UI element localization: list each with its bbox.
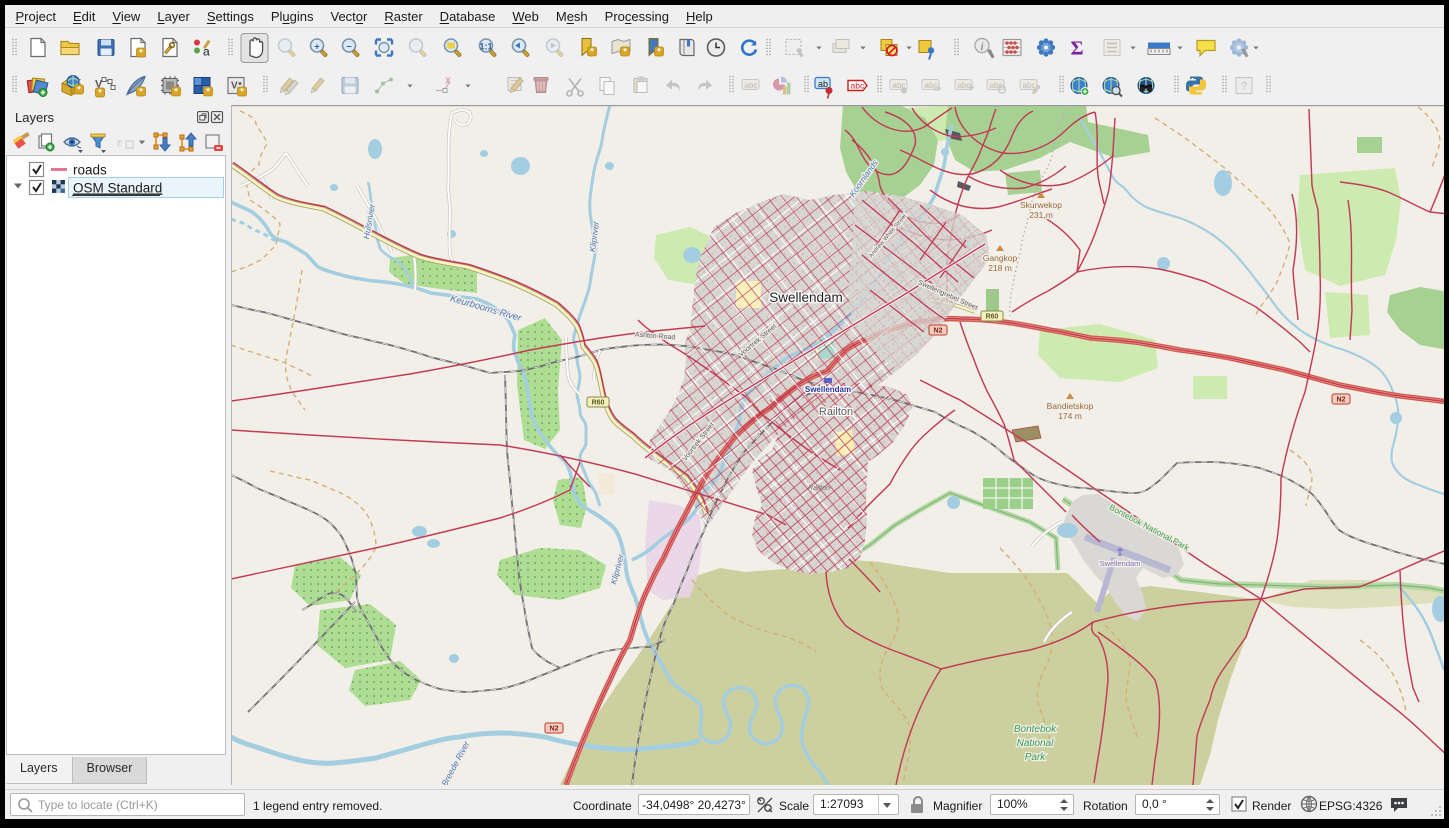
svg-text:*: * <box>174 87 178 97</box>
svg-text:Σ: Σ <box>1070 38 1083 60</box>
svg-text:−: − <box>346 41 351 51</box>
svg-text:231 m: 231 m <box>1029 210 1053 220</box>
svg-text:abc: abc <box>1023 81 1036 90</box>
svg-text:abc: abc <box>745 81 758 90</box>
svg-text:*: * <box>623 47 627 57</box>
svg-text:Railton: Railton <box>808 485 830 492</box>
svg-text:*: * <box>139 48 143 58</box>
svg-text:Skurwekop: Skurwekop <box>1020 200 1062 210</box>
svg-text:+: + <box>314 41 319 51</box>
svg-text:N2: N2 <box>550 726 559 733</box>
svg-text:1:1: 1:1 <box>479 41 492 51</box>
svg-text:ε: ε <box>117 134 123 149</box>
svg-text:Bandietskop: Bandietskop <box>1047 401 1094 411</box>
svg-text:*: * <box>98 88 102 98</box>
svg-text:abc: abc <box>958 81 971 90</box>
svg-text:R60: R60 <box>592 400 605 407</box>
svg-text:174 m: 174 m <box>1058 411 1082 421</box>
svg-text:i: i <box>981 42 984 53</box>
svg-text:Swellendam: Swellendam <box>769 290 843 305</box>
svg-text:OSM Standard: OSM Standard <box>73 181 162 196</box>
svg-text:abc: abc <box>851 81 865 91</box>
svg-text:N2: N2 <box>934 328 943 335</box>
svg-text:*: * <box>206 87 210 97</box>
svg-text:V: V <box>231 81 238 92</box>
svg-text:*: * <box>590 47 594 57</box>
svg-text:Railton: Railton <box>819 406 853 418</box>
svg-text:Park: Park <box>1025 752 1047 763</box>
svg-text:abc: abc <box>990 81 1003 90</box>
svg-text:National: National <box>1017 738 1054 749</box>
svg-text:Gangkop: Gangkop <box>983 253 1018 263</box>
svg-text:*: * <box>77 85 81 95</box>
svg-text:R60: R60 <box>986 314 999 321</box>
svg-text:*: * <box>657 47 661 57</box>
svg-text:*: * <box>240 87 244 97</box>
svg-text:Swellendam: Swellendam <box>1100 559 1141 568</box>
svg-text:*: * <box>139 87 143 97</box>
svg-text:N2: N2 <box>1337 397 1346 404</box>
svg-text:?: ? <box>1241 81 1247 93</box>
svg-text:roads: roads <box>73 163 107 178</box>
svg-text:Bontebok: Bontebok <box>1014 724 1057 735</box>
svg-text:ab: ab <box>818 79 828 89</box>
svg-text:Swellendam: Swellendam <box>805 385 851 394</box>
svg-text:218 m: 218 m <box>988 263 1012 273</box>
